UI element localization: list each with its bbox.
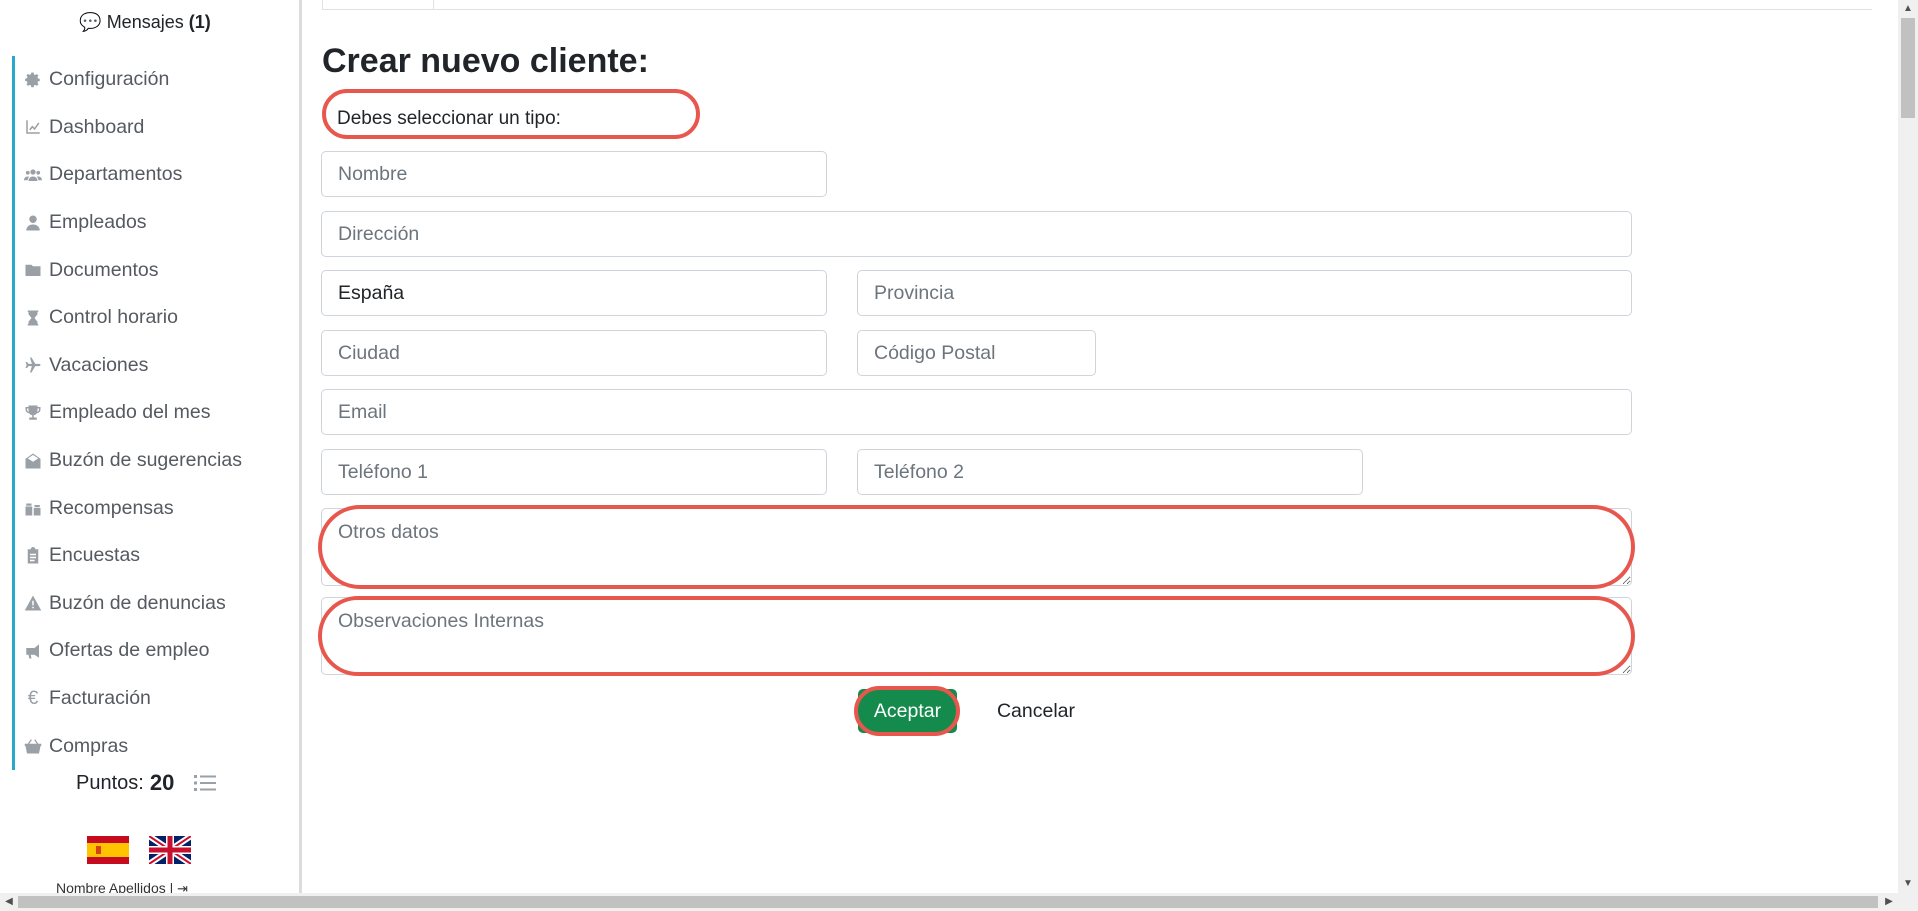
chart-line-icon [23, 117, 43, 137]
folder-icon [23, 260, 43, 280]
sidebar-item-facturacion[interactable]: € Facturación [12, 674, 292, 723]
tab-bar [322, 0, 1872, 10]
trophy-icon [23, 403, 43, 423]
sidebar-item-configuracion[interactable]: Configuración [12, 56, 292, 104]
sidebar-item-control-horario[interactable]: Control horario [12, 293, 292, 342]
sidebar-item-departamentos[interactable]: Departamentos [12, 151, 292, 199]
page-title: Crear nuevo cliente: [322, 42, 649, 80]
sidebar-item-label: Empleados [49, 211, 147, 234]
active-tab[interactable] [322, 0, 434, 9]
user-icon [23, 213, 43, 233]
hourglass-icon [23, 308, 43, 328]
direccion-field[interactable] [321, 211, 1632, 257]
sidebar-item-label: Recompensas [49, 496, 174, 519]
points-display: Puntos: 20 [76, 770, 217, 796]
sidebar-item-label: Encuestas [49, 544, 141, 567]
sidebar-item-label: Facturación [49, 687, 151, 710]
cancel-button[interactable]: Cancelar [988, 689, 1084, 733]
scroll-up-arrow-icon[interactable]: ▲ [1898, 0, 1918, 18]
sidebar-item-buzon-sugerencias[interactable]: Buzón de sugerencias [12, 436, 292, 485]
envelope-open-icon [23, 451, 43, 471]
sidebar-item-documentos[interactable]: Documentos [12, 246, 292, 294]
comment-icon: 💬 [79, 12, 102, 32]
messages-link[interactable]: 💬 Mensajes (1) [0, 12, 290, 33]
points-label: Puntos: [76, 771, 144, 794]
ciudad-field[interactable] [321, 330, 827, 376]
sidebar-item-vacaciones[interactable]: Vacaciones [12, 341, 292, 390]
type-prompt: Debes seleccionar un tipo: [337, 108, 561, 129]
sidebar-item-label: Ofertas de empleo [49, 639, 210, 662]
sidebar-item-dashboard[interactable]: Dashboard [12, 103, 292, 152]
observaciones-field[interactable] [321, 597, 1632, 675]
scroll-left-arrow-icon[interactable]: ◀ [0, 893, 18, 911]
points-value: 20 [149, 770, 175, 795]
nombre-field[interactable] [321, 151, 827, 197]
sidebar-item-label: Compras [49, 734, 129, 757]
users-icon [23, 165, 43, 185]
sidebar-item-label: Configuración [49, 68, 170, 91]
sidebar-item-buzon-denuncias[interactable]: Buzón de denuncias [12, 579, 292, 628]
gifts-icon [23, 498, 43, 518]
sidebar-item-label: Dashboard [49, 115, 145, 138]
sidebar-item-label: Control horario [49, 306, 178, 329]
sidebar-item-label: Vacaciones [49, 353, 149, 376]
vertical-scroll-thumb[interactable] [1901, 18, 1915, 118]
horizontal-scrollbar[interactable]: ◀ ▶ [0, 893, 1918, 911]
horizontal-scroll-thumb[interactable] [18, 896, 1878, 908]
plane-icon [23, 355, 43, 375]
sidebar-item-ofertas-empleo[interactable]: Ofertas de empleo [12, 627, 292, 675]
sidebar: 💬 Mensajes (1) Configuración Dashboard D… [0, 0, 302, 896]
pais-field[interactable] [321, 270, 827, 316]
sidebar-item-label: Empleado del mes [49, 401, 211, 424]
sidebar-item-label: Documentos [49, 258, 159, 281]
scroll-down-arrow-icon[interactable]: ▼ [1898, 875, 1918, 893]
messages-label: Mensajes [106, 12, 184, 32]
vertical-scrollbar[interactable]: ▲ ▼ [1898, 0, 1918, 893]
sidebar-item-label: Buzón de denuncias [49, 591, 226, 614]
language-selector [87, 836, 191, 864]
provincia-field[interactable] [857, 270, 1632, 316]
clipboard-icon [23, 546, 43, 566]
telefono1-field[interactable] [321, 449, 827, 495]
sidebar-item-compras[interactable]: Compras [12, 722, 292, 770]
sidebar-item-recompensas[interactable]: Recompensas [12, 484, 292, 532]
basket-icon [23, 736, 43, 756]
megaphone-icon [23, 641, 43, 661]
list-icon[interactable] [194, 774, 217, 792]
sidebar-item-encuestas[interactable]: Encuestas [12, 531, 292, 580]
accept-button[interactable]: Aceptar [858, 689, 957, 733]
sidebar-item-label: Buzón de sugerencias [49, 449, 242, 472]
sidebar-item-label: Departamentos [49, 163, 183, 186]
main-content: Crear nuevo cliente: Debes seleccionar u… [302, 0, 1898, 893]
warning-icon [23, 593, 43, 613]
euro-icon: € [27, 687, 39, 709]
email-field[interactable] [321, 389, 1632, 435]
sidebar-item-empleado-del-mes[interactable]: Empleado del mes [12, 389, 292, 437]
messages-count: (1) [188, 12, 211, 32]
otros-datos-field[interactable] [321, 508, 1632, 586]
scroll-right-arrow-icon[interactable]: ▶ [1880, 893, 1898, 911]
sidebar-item-empleados[interactable]: Empleados [12, 198, 292, 247]
gear-icon [23, 70, 43, 90]
sidebar-nav: Configuración Dashboard Departamentos Em… [12, 56, 292, 770]
codigo-postal-field[interactable] [857, 330, 1096, 376]
uk-flag-icon[interactable] [149, 836, 191, 864]
telefono2-field[interactable] [857, 449, 1363, 495]
spain-flag-icon[interactable] [87, 836, 129, 864]
